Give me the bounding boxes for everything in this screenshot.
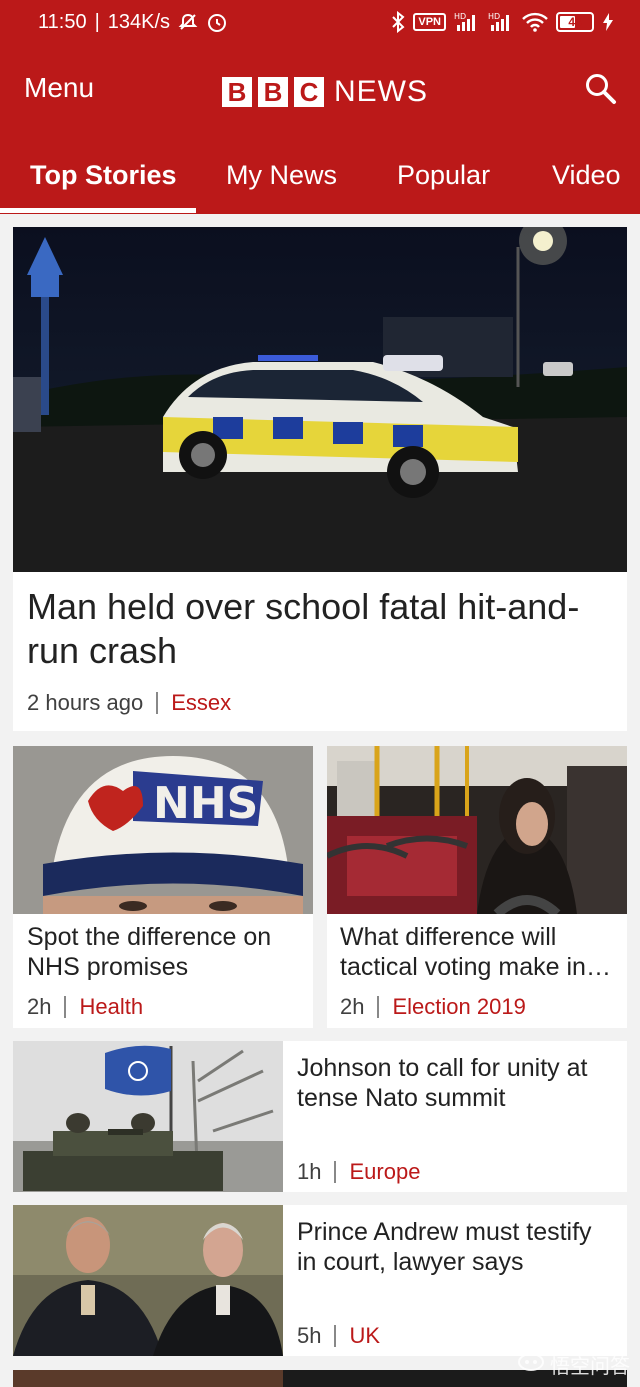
meta-divider [377, 996, 380, 1018]
story-image-bus-passenger [327, 746, 627, 914]
svg-text:HD: HD [488, 12, 500, 21]
alarm-icon [206, 11, 228, 33]
story-image-partial [13, 1370, 283, 1387]
story-meta: 2h Health [27, 994, 143, 1020]
status-net-speed: 134K/s [107, 10, 171, 33]
story-headline: Spot the difference on NHS promises [27, 923, 272, 981]
logo-block-2: B [258, 77, 288, 107]
status-left: 11:50 | 134K/s [38, 11, 228, 34]
watermark: 悟空问答 [518, 1350, 630, 1379]
lead-story-meta: 2 hours ago Essex [27, 690, 231, 716]
menu-button[interactable]: Menu [24, 72, 94, 104]
signal-icon: HD [454, 11, 480, 33]
status-bar: 11:50 | 134K/s VPN HD HD 43 [0, 0, 640, 44]
story-category-link[interactable]: Health [79, 994, 143, 1020]
story-category-link[interactable]: Essex [171, 690, 231, 716]
search-button[interactable] [584, 72, 618, 106]
tab-bar: Top Stories My News Popular Video [0, 136, 640, 214]
status-divider: | [94, 10, 100, 33]
bbc-news-logo[interactable]: B B C NEWS [222, 75, 428, 109]
story-time: 1h [297, 1159, 322, 1184]
story-time: 5h [297, 1323, 322, 1348]
hd-label-1: HD [454, 12, 466, 21]
mute-icon [178, 12, 198, 32]
story-card[interactable]: Prince Andrew must testify in court, law… [13, 1205, 627, 1356]
logo-block-3: C [294, 77, 324, 107]
bluetooth-icon [391, 11, 405, 33]
logo-word: NEWS [334, 75, 428, 108]
meta-divider [334, 1161, 337, 1183]
active-tab-indicator [0, 208, 196, 213]
story-meta: 5h UK [297, 1323, 380, 1349]
story-image-nato-tank [13, 1041, 283, 1192]
hat-text: NHS [153, 778, 258, 829]
story-headline: Johnson to call for unity at tense Nato … [297, 1054, 588, 1112]
watermark-text: 悟空问答 [550, 1356, 630, 1378]
story-category-link[interactable]: Election 2019 [392, 994, 525, 1020]
status-time: 11:50 [38, 10, 87, 33]
story-headline: What difference will tactical voting mak… [340, 923, 611, 981]
lead-story-image [13, 227, 627, 572]
lead-story-headline: Man held over school fatal hit-and-run c… [27, 586, 580, 671]
battery-percent: 43 [568, 15, 582, 29]
story-image-nhs-hat: NHS [13, 746, 313, 914]
tab-top-stories[interactable]: Top Stories [30, 160, 177, 191]
battery-icon: 43 [556, 12, 594, 32]
story-headline: Prince Andrew must testify in court, law… [297, 1218, 592, 1276]
tab-video[interactable]: Video [552, 160, 621, 191]
meta-divider [334, 1325, 337, 1347]
story-card[interactable]: NHS Spot the difference on NHS promises … [13, 746, 313, 1028]
tab-my-news[interactable]: My News [226, 160, 337, 191]
story-card[interactable]: Johnson to call for unity at tense Nato … [13, 1041, 627, 1192]
status-right: VPN HD HD 43 [391, 11, 614, 33]
story-image-prince-andrew [13, 1205, 283, 1356]
search-icon [586, 74, 616, 104]
wifi-icon [522, 12, 548, 32]
vpn-badge: VPN [413, 13, 446, 31]
meta-divider [64, 996, 67, 1018]
story-time: 2 hours ago [27, 690, 144, 715]
app-header: Menu B B C NEWS [0, 44, 640, 136]
signal-icon-2: HD [488, 11, 514, 33]
meta-divider [156, 692, 159, 714]
charging-icon [602, 12, 614, 32]
story-meta: 2h Election 2019 [340, 994, 526, 1020]
logo-block-1: B [222, 77, 252, 107]
story-card[interactable]: What difference will tactical voting mak… [327, 746, 627, 1028]
tab-popular[interactable]: Popular [397, 160, 490, 191]
story-category-link[interactable]: Europe [349, 1159, 420, 1185]
story-meta: 1h Europe [297, 1159, 420, 1185]
watermark-logo-icon [518, 1352, 544, 1378]
story-time: 2h [27, 994, 52, 1019]
story-category-link[interactable]: UK [349, 1323, 380, 1349]
lead-story-card[interactable]: Man held over school fatal hit-and-run c… [13, 227, 627, 731]
story-time: 2h [340, 994, 365, 1019]
